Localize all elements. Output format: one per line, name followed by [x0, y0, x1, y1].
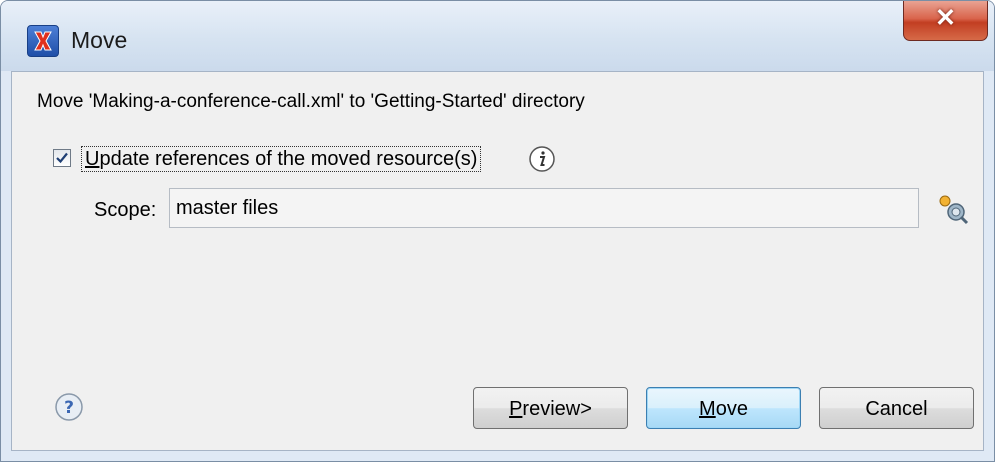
move-label: ove: [715, 398, 748, 420]
preview-label: review>: [522, 398, 592, 420]
mnemonic-u: U: [85, 148, 100, 170]
window-title: Move: [71, 27, 128, 53]
svg-text:?: ?: [64, 398, 74, 418]
move-dialog: Move ✕ Move 'Making-a-conference-call.xm…: [0, 0, 995, 462]
checkmark-icon: [56, 152, 68, 164]
help-icon[interactable]: ?: [54, 392, 84, 422]
mnemonic-m: M: [699, 398, 716, 420]
preview-button[interactable]: Preview>: [473, 387, 628, 429]
configure-scope-icon[interactable]: [934, 191, 970, 227]
update-references-label[interactable]: Update references of the moved resource(…: [81, 146, 482, 172]
cancel-button[interactable]: Cancel: [819, 387, 974, 429]
title-bar[interactable]: Move ✕: [1, 1, 994, 71]
close-button[interactable]: ✕: [903, 1, 988, 41]
scope-label: Scope:: [94, 199, 157, 221]
move-button[interactable]: Move: [646, 387, 801, 429]
oxygen-x-icon: [27, 25, 59, 57]
mnemonic-p: P: [509, 398, 523, 420]
scope-field[interactable]: master files: [169, 188, 919, 228]
info-icon[interactable]: [528, 145, 556, 173]
update-references-text: pdate references of the moved resource(s…: [99, 148, 478, 170]
move-message: Move 'Making-a-conference-call.xml' to '…: [37, 91, 585, 112]
update-references-checkbox[interactable]: [53, 149, 71, 167]
close-icon: ✕: [935, 4, 956, 32]
